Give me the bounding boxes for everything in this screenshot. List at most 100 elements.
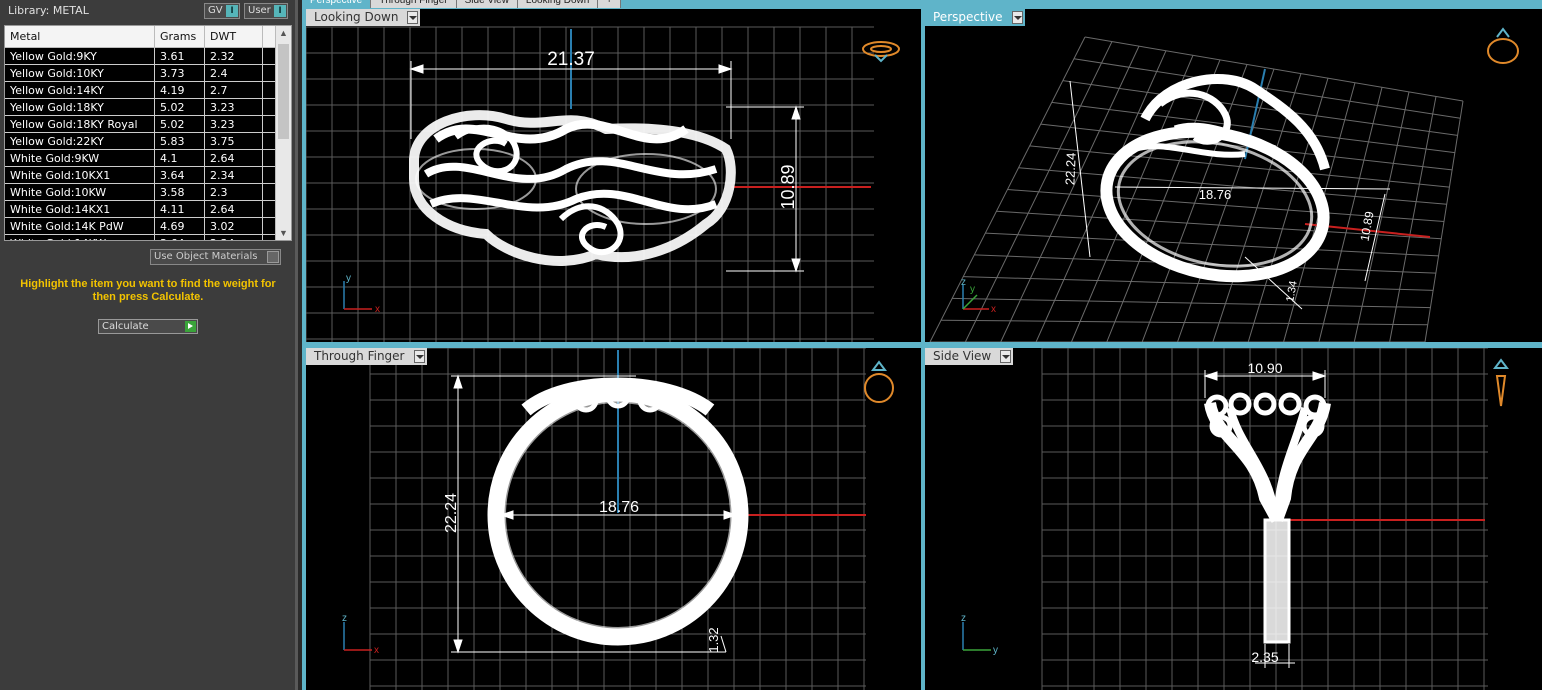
viewport-tab-strip: Perspective Through Finger Side View Lookin… (302, 0, 622, 8)
table-header: Metal Grams DWT (5, 26, 291, 48)
dimension-width-label: 21.37 (547, 49, 595, 70)
viewport-label-text: Through Finger (314, 349, 405, 363)
cell-grams: 4.69 (155, 218, 205, 234)
chevron-down-icon[interactable] (1000, 350, 1012, 363)
cell-metal: White Gold:14KW (5, 235, 155, 240)
user-toggle[interactable]: User I (244, 3, 288, 19)
dimension-height-label: 10.89 (778, 164, 798, 209)
viewport-label-side-view[interactable]: Side View (925, 348, 1014, 365)
viewport-tab[interactable]: Looking Down (517, 0, 599, 8)
viewport-label-text: Perspective (933, 10, 1003, 24)
side-view-canvas: 10.90 2.35 z y (961, 348, 1509, 690)
cell-dwt: 3.23 (205, 116, 263, 132)
dimension-depth-label: 10.89 (1358, 210, 1377, 242)
table-row[interactable]: White Gold:14KW3.642.34 (5, 235, 291, 240)
matrix-weight-calculator-window: Library: METAL GV I User I Metal Grams D… (0, 0, 1542, 690)
viewport-tab[interactable]: Perspective (302, 0, 372, 8)
dimension-height-label: 22.24 (1062, 152, 1078, 185)
cell-dwt: 2.3 (205, 184, 263, 200)
table-scrollbar[interactable]: ▲ ▼ (275, 26, 291, 240)
cell-metal: Yellow Gold:9KY (5, 48, 155, 64)
scroll-thumb[interactable] (278, 44, 289, 139)
perspective-canvas: 22.24 18.76 10.89 1.34 z y x (929, 27, 1519, 342)
table-row[interactable]: Yellow Gold:14KY 4.19 2.7 (5, 82, 291, 99)
table-row[interactable]: Yellow Gold:22KY 5.83 3.75 (5, 133, 291, 150)
ring-view-icon[interactable] (1493, 358, 1509, 407)
cell-grams: 3.64 (155, 235, 205, 240)
viewport-label-text: Side View (933, 349, 992, 363)
instructions-text: Highlight the item you want to find the … (20, 278, 276, 303)
metal-weight-table: Metal Grams DWT Yellow Gold:9KY 3.61 2.32 Y… (4, 25, 292, 241)
calculate-button[interactable]: Calculate (98, 319, 198, 334)
axis-z-label: z (961, 613, 966, 624)
viewport-perspective[interactable]: 22.24 18.76 10.89 1.34 z y x Perspective (925, 9, 1542, 342)
cell-grams: 5.02 (155, 116, 205, 132)
table-row[interactable]: White Gold:10KW 3.58 2.3 (5, 184, 291, 201)
scroll-down-icon[interactable]: ▼ (276, 226, 291, 240)
axis-y-label: y (970, 284, 975, 295)
table-row[interactable]: White Gold:14K PdW 4.69 3.02 (5, 218, 291, 235)
cell-grams: 3.64 (155, 167, 205, 183)
column-header-metal[interactable]: Metal (5, 26, 155, 47)
viewport-tab[interactable]: Side View (456, 0, 518, 8)
viewport-side-view[interactable]: 10.90 2.35 z y Side View (925, 348, 1542, 690)
column-header-dwt[interactable]: DWT (205, 26, 263, 47)
calculate-label: Calculate (102, 321, 149, 332)
viewport-tab[interactable]: + (598, 0, 622, 8)
radio-icon (267, 251, 279, 263)
chevron-down-icon[interactable] (407, 11, 419, 24)
column-header-grams[interactable]: Grams (155, 26, 205, 47)
cell-metal: Yellow Gold:18KY Royal (5, 116, 155, 132)
viewport-label-looking-down[interactable]: Looking Down (306, 9, 421, 26)
table-row[interactable]: Yellow Gold:10KY 3.73 2.4 (5, 65, 291, 82)
viewport-label-through-finger[interactable]: Through Finger (306, 348, 427, 365)
axis-gizmo: z y x (961, 277, 996, 315)
user-toggle-label: User (248, 5, 271, 16)
ring-view-icon[interactable] (864, 360, 894, 403)
viewport-through-finger[interactable]: 22.24 18.76 1.32 z x Through Finger (306, 348, 921, 690)
table-row[interactable]: White Gold:14KX1 4.11 2.64 (5, 201, 291, 218)
chevron-down-icon[interactable] (413, 350, 425, 363)
cell-grams: 3.58 (155, 184, 205, 200)
cell-metal: White Gold:10KX1 (5, 167, 155, 183)
dimension-top-label: 10.90 (1247, 360, 1282, 376)
dimension-thickness-label: 1.32 (706, 627, 721, 652)
viewport-label-text: Looking Down (314, 10, 399, 24)
ring-view-icon[interactable] (862, 41, 900, 63)
table-row[interactable]: White Gold:9KW 4.1 2.64 (5, 150, 291, 167)
use-object-materials-toggle[interactable]: Use Object Materials (150, 249, 281, 265)
cell-dwt: 2.64 (205, 201, 263, 217)
viewport-tab[interactable]: Through Finger (371, 0, 457, 8)
cell-grams: 5.83 (155, 133, 205, 149)
table-row[interactable]: Yellow Gold:18KY Royal 5.02 3.23 (5, 116, 291, 133)
axis-y-label: y (993, 645, 998, 656)
scroll-up-icon[interactable]: ▲ (276, 26, 291, 40)
library-label: Library: METAL (8, 4, 89, 17)
chevron-down-icon[interactable] (1011, 11, 1023, 24)
ring-view-icon[interactable] (1487, 27, 1519, 64)
cell-dwt: 3.75 (205, 133, 263, 149)
table-row[interactable]: Yellow Gold:9KY 3.61 2.32 (5, 48, 291, 65)
cell-dwt: 2.64 (205, 150, 263, 166)
dimension-bottom-label: 2.35 (1251, 649, 1278, 665)
axis-x-label: x (991, 304, 996, 315)
dimension-width-label: 18.76 (599, 499, 639, 516)
cell-grams: 4.1 (155, 150, 205, 166)
table-row[interactable]: Yellow Gold:18KY 5.02 3.23 (5, 99, 291, 116)
axis-x-label: x (374, 645, 379, 656)
viewport-looking-down[interactable]: 21.37 10.89 y x Looking Down (306, 9, 921, 342)
dimension-thickness-label: 1.34 (1284, 280, 1300, 303)
user-toggle-indicator: I (274, 5, 286, 17)
viewport-label-perspective[interactable]: Perspective (925, 9, 1025, 26)
cell-metal: White Gold:9KW (5, 150, 155, 166)
looking-down-canvas: 21.37 10.89 y x (306, 26, 900, 342)
through-finger-canvas: 22.24 18.76 1.32 z x (342, 348, 894, 690)
gv-toggle[interactable]: GV I (204, 3, 240, 19)
axis-y-label: y (346, 273, 351, 284)
cell-dwt: 3.02 (205, 218, 263, 234)
cell-grams: 3.61 (155, 48, 205, 64)
cell-dwt: 3.23 (205, 99, 263, 115)
table-row[interactable]: White Gold:10KX1 3.64 2.34 (5, 167, 291, 184)
dimension-width-label: 18.76 (1199, 187, 1232, 202)
cell-metal: Yellow Gold:14KY (5, 82, 155, 98)
